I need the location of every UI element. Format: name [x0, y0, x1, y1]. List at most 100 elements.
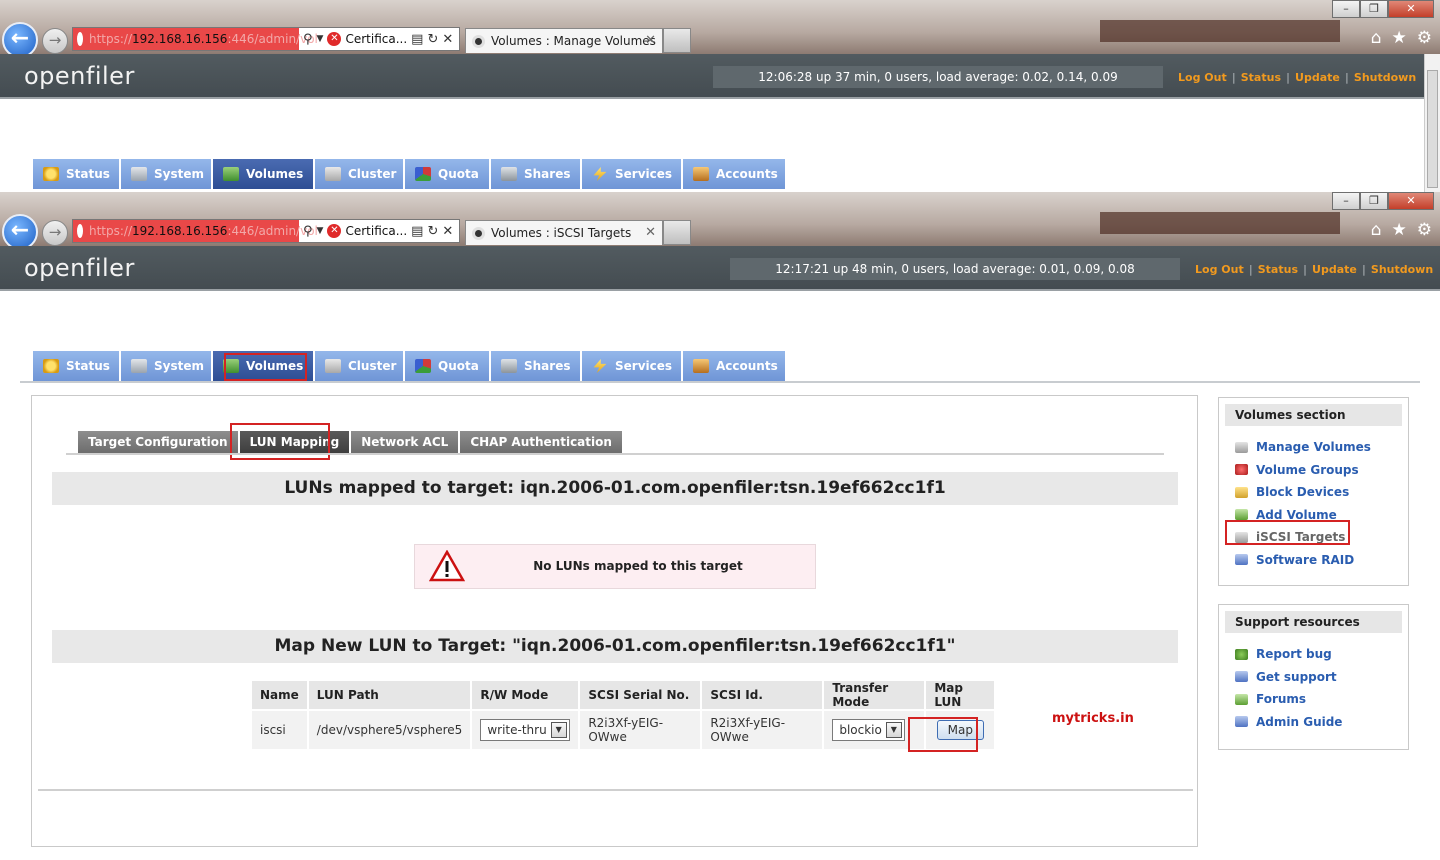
sidebar-item-manage-volumes[interactable]: Manage Volumes	[1219, 436, 1408, 459]
nav-cluster[interactable]: Cluster	[315, 159, 405, 189]
stop-icon[interactable]: ✕	[442, 32, 453, 47]
compatibility-icon[interactable]: ▤	[411, 224, 423, 239]
nav-status[interactable]: Status	[33, 159, 121, 189]
update-link[interactable]: Update	[1312, 263, 1357, 276]
shutdown-link[interactable]: Shutdown	[1354, 71, 1416, 84]
close-window-button[interactable]: ✕	[1388, 0, 1434, 18]
vertical-scrollbar[interactable]	[1424, 54, 1440, 192]
nav-shares[interactable]: Shares	[491, 351, 582, 381]
certificate-error-label[interactable]: Certifica...	[345, 224, 407, 238]
sidebar-item-block-devices[interactable]: Block Devices	[1219, 481, 1408, 504]
search-icon[interactable]: ⚲	[303, 32, 313, 47]
minimize-button[interactable]: –	[1332, 192, 1360, 210]
nav-system[interactable]: System	[121, 351, 213, 381]
maximize-button[interactable]: ❐	[1360, 0, 1388, 18]
nav-system[interactable]: System	[121, 159, 213, 189]
browser-window-iscsi-targets: – ❐ ✕ ← → https:// 192.168.16.156 :446/a…	[0, 192, 1440, 860]
cluster-icon	[325, 359, 341, 373]
dropdown-icon[interactable]: ▼	[317, 34, 324, 44]
tab-target-configuration[interactable]: Target Configuration	[78, 431, 240, 453]
address-bar[interactable]: https:// 192.168.16.156 :446/admin/vol ⚲…	[72, 27, 460, 51]
certificate-error-label[interactable]: Certifica...	[345, 32, 407, 46]
main-nav: Status System Volumes Cluster Quota Shar…	[33, 351, 787, 381]
raid-icon	[1235, 554, 1248, 566]
forward-arrow-icon[interactable]: →	[42, 28, 68, 54]
nav-accounts[interactable]: Accounts	[683, 351, 787, 381]
tab-favicon-icon	[472, 34, 485, 48]
browser-tab[interactable]: Volumes : iSCSI Targets ✕	[465, 220, 663, 245]
nav-accounts[interactable]: Accounts	[683, 159, 787, 189]
tab-network-acl[interactable]: Network ACL	[351, 431, 461, 453]
certificate-error-icon[interactable]: ✕	[327, 224, 342, 238]
back-arrow-icon[interactable]: ←	[2, 22, 38, 58]
search-icon[interactable]: ⚲	[303, 224, 313, 239]
browser-tab[interactable]: Volumes : Manage Volumes ✕	[465, 28, 663, 53]
sidebar-item-admin-guide[interactable]: Admin Guide	[1219, 711, 1408, 734]
forward-arrow-icon[interactable]: →	[42, 220, 68, 246]
address-bar[interactable]: https:// 192.168.16.156 :446/admin/vol ⚲…	[72, 219, 460, 243]
compatibility-icon[interactable]: ▤	[411, 32, 423, 47]
nav-volumes[interactable]: Volumes	[213, 159, 315, 189]
tab-chap-authentication[interactable]: CHAP Authentication	[460, 431, 624, 453]
openfiler-header: openfiler 12:17:21 up 48 min, 0 users, l…	[0, 246, 1440, 291]
system-icon	[131, 167, 147, 181]
nav-services[interactable]: Services	[582, 351, 683, 381]
window-controls: – ❐ ✕	[1332, 192, 1434, 212]
nav-shares[interactable]: Shares	[491, 159, 582, 189]
home-icon[interactable]: ⌂	[1371, 220, 1382, 240]
col-map-lun: Map LUN	[926, 681, 995, 709]
settings-gear-icon[interactable]: ⚙	[1417, 220, 1432, 240]
services-icon	[593, 359, 607, 373]
update-link[interactable]: Update	[1295, 71, 1340, 84]
services-icon	[593, 167, 607, 181]
certificate-error-icon[interactable]: ✕	[327, 32, 342, 46]
support-icon	[1235, 671, 1248, 683]
refresh-icon[interactable]: ↻	[427, 32, 438, 47]
new-tab-button[interactable]	[663, 220, 691, 245]
favorites-star-icon[interactable]: ★	[1392, 220, 1407, 240]
dropdown-icon[interactable]: ▼	[317, 226, 324, 236]
accounts-icon	[693, 167, 709, 181]
quota-icon	[415, 359, 431, 373]
main-nav: Status System Volumes Cluster Quota Shar…	[33, 159, 787, 189]
logout-link[interactable]: Log Out	[1178, 71, 1227, 84]
url-field[interactable]: https:// 192.168.16.156 :446/admin/vol	[73, 28, 318, 50]
url-field[interactable]: https:// 192.168.16.156 :446/admin/vol	[73, 220, 318, 242]
status-link[interactable]: Status	[1258, 263, 1298, 276]
scsi-serial: R2i3Xf-yEIG-OWwe	[580, 711, 701, 749]
nav-quota[interactable]: Quota	[405, 351, 491, 381]
tab-close-icon[interactable]: ✕	[645, 33, 656, 48]
map-new-lun-heading: Map New LUN to Target: "iqn.2006-01.com.…	[52, 630, 1178, 663]
highlight-iscsi-targets	[1225, 520, 1350, 545]
minimize-button[interactable]: –	[1332, 0, 1360, 18]
close-window-button[interactable]: ✕	[1388, 192, 1434, 210]
nav-quota[interactable]: Quota	[405, 159, 491, 189]
logout-link[interactable]: Log Out	[1195, 263, 1244, 276]
maximize-button[interactable]: ❐	[1360, 192, 1388, 210]
status-link[interactable]: Status	[1241, 71, 1281, 84]
sidebar-item-forums[interactable]: Forums	[1219, 688, 1408, 711]
sidebar-item-report-bug[interactable]: Report bug	[1219, 643, 1408, 666]
shutdown-link[interactable]: Shutdown	[1371, 263, 1433, 276]
sidebar-item-get-support[interactable]: Get support	[1219, 666, 1408, 689]
nav-services[interactable]: Services	[582, 159, 683, 189]
sidebar-item-software-raid[interactable]: Software RAID	[1219, 549, 1408, 572]
transfer-mode-select[interactable]: blockio ▼	[832, 719, 905, 741]
sidebar-item-volume-groups[interactable]: Volume Groups	[1219, 459, 1408, 482]
nav-cluster[interactable]: Cluster	[315, 351, 405, 381]
rw-mode-select[interactable]: write-thru ▼	[480, 719, 570, 741]
home-icon[interactable]: ⌂	[1371, 28, 1382, 48]
tab-close-icon[interactable]: ✕	[645, 225, 656, 240]
back-arrow-icon[interactable]: ←	[2, 214, 38, 250]
quota-icon	[415, 167, 431, 181]
favorites-star-icon[interactable]: ★	[1392, 28, 1407, 48]
site-icon	[77, 32, 83, 46]
stop-icon[interactable]: ✕	[442, 224, 453, 239]
nav-status[interactable]: Status	[33, 351, 121, 381]
settings-gear-icon[interactable]: ⚙	[1417, 28, 1432, 48]
lun-name: iscsi	[252, 711, 307, 749]
refresh-icon[interactable]: ↻	[427, 224, 438, 239]
new-tab-button[interactable]	[663, 28, 691, 53]
chevron-down-icon: ▼	[550, 722, 567, 738]
openfiler-logo: openfiler	[24, 62, 135, 90]
